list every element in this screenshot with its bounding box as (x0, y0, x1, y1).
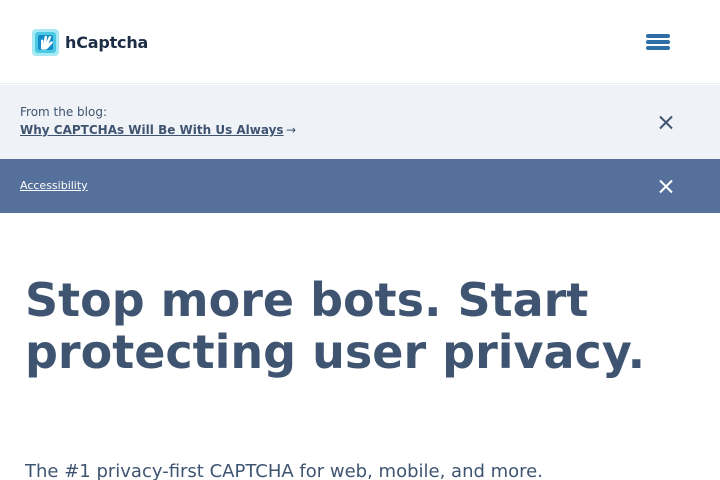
accessibility-banner: Accessibility (0, 159, 720, 213)
hero-subtitle: The #1 privacy-first CAPTCHA for web, mo… (25, 461, 543, 480)
hamburger-icon (646, 34, 670, 38)
hcaptcha-logo[interactable]: hCaptcha (29, 26, 148, 58)
logo-text: hCaptcha (65, 32, 149, 52)
blog-post-link[interactable]: Why CAPTCHAs Will Be With Us Always (20, 123, 284, 137)
arrow-right-icon: → (286, 123, 297, 137)
blog-prefix: From the blog: (20, 105, 108, 119)
hamburger-menu-button[interactable] (646, 32, 670, 52)
blog-banner: From the blog: Why CAPTCHAs Will Be With… (0, 85, 720, 159)
accessibility-link[interactable]: Accessibility (20, 179, 88, 192)
site-header: hCaptcha (0, 0, 720, 84)
hcaptcha-hand-icon (32, 28, 59, 56)
hero-title: Stop more bots. Start protecting user pr… (25, 273, 646, 379)
close-icon[interactable] (658, 178, 674, 194)
close-icon[interactable] (658, 114, 674, 130)
